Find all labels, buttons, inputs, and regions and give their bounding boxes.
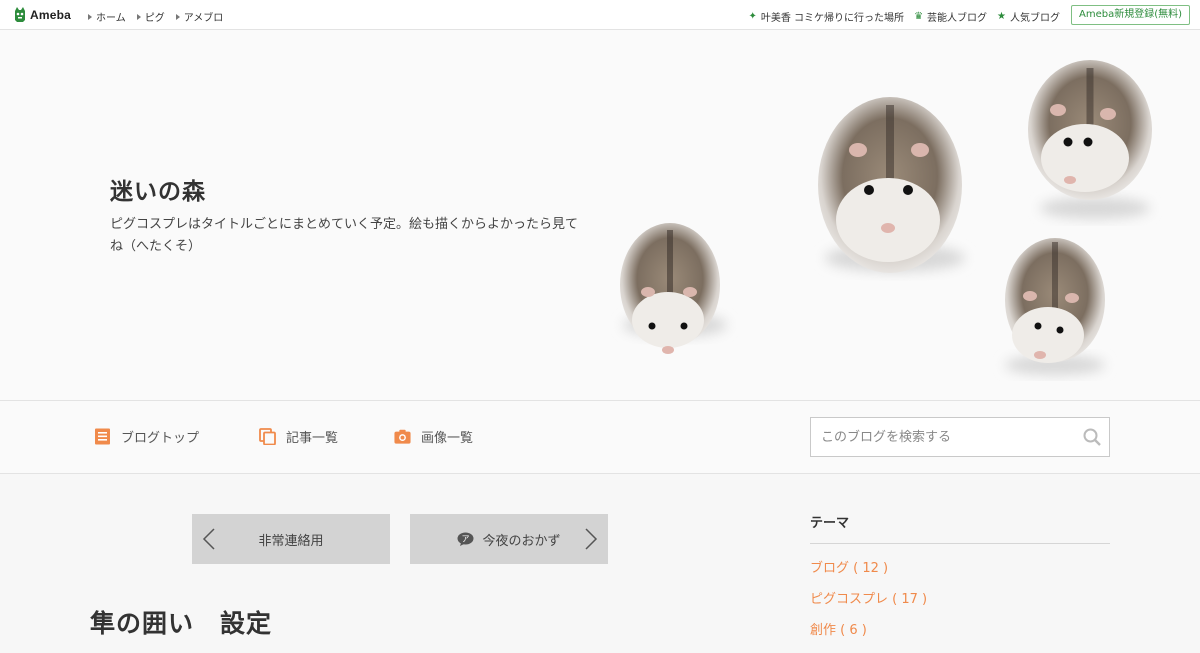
blog-top-label: ブログトップ xyxy=(121,431,200,446)
ameba-logo[interactable]: Ameba xyxy=(13,6,71,23)
svg-text:ア: ア xyxy=(462,535,470,544)
theme-item-blog[interactable]: ブログ ( 12 ) xyxy=(810,560,927,591)
global-header: Ameba ホーム ピグ アメブロ ✦ 叶美香 コミケ帰りに行った場所 ♛ 芸能人ブ… xyxy=(0,0,1200,30)
entry-list-link[interactable]: 記事一覧 xyxy=(259,427,338,446)
entry-list-label: 記事一覧 xyxy=(286,431,339,446)
blog-nav: ブログトップ 記事一覧 画像一覧 xyxy=(0,400,1200,474)
blog-header-hero: 迷いの森 ピグコスプレはタイトルごとにまとめていく予定。絵も描くからよかったら見… xyxy=(0,30,1200,400)
sparkle-icon: ✦ xyxy=(748,10,757,22)
blog-search xyxy=(810,417,1110,457)
next-entry-button[interactable]: ア 今夜のおかず xyxy=(410,514,608,564)
popular-blog-label: 人気ブログ xyxy=(1010,13,1060,24)
amember-badge-icon: ア xyxy=(457,532,474,546)
ameba-logo-icon xyxy=(15,7,25,22)
nav-pigg-label: ピグ xyxy=(144,13,165,24)
document-icon xyxy=(95,428,110,445)
trending-link-label: 叶美香 コミケ帰りに行った場所 xyxy=(760,13,905,24)
blog-title[interactable]: 迷いの森 xyxy=(110,172,206,206)
chevron-right-icon xyxy=(585,528,598,550)
nav-ameblo[interactable]: アメブロ xyxy=(175,9,224,24)
nav-ameblo-label: アメブロ xyxy=(183,13,224,24)
header-links: ✦ 叶美香 コミケ帰りに行った場所 ♛ 芸能人ブログ ★ 人気ブログ xyxy=(748,9,1060,24)
arrow-right-icon xyxy=(136,13,141,20)
image-list-label: 画像一覧 xyxy=(421,431,474,446)
nav-home[interactable]: ホーム xyxy=(88,9,126,24)
search-input[interactable] xyxy=(811,418,1071,456)
prev-entry-label: 非常連絡用 xyxy=(258,533,324,549)
chevron-left-icon xyxy=(202,528,215,550)
star-icon: ★ xyxy=(997,10,1006,22)
trending-link[interactable]: ✦ 叶美香 コミケ帰りに行った場所 xyxy=(748,9,904,24)
pages-icon xyxy=(259,428,276,445)
celebrity-blog-label: 芸能人ブログ xyxy=(927,13,988,24)
logo-text: Ameba xyxy=(30,7,72,22)
image-list-link[interactable]: 画像一覧 xyxy=(394,427,473,446)
theme-heading: テーマ xyxy=(810,516,850,531)
crown-icon: ♛ xyxy=(914,10,924,22)
theme-list: ブログ ( 12 ) ピグコスプレ ( 17 ) 創作 ( 6 ) xyxy=(810,560,927,653)
register-button[interactable]: Ameba新規登録(無料) xyxy=(1070,5,1190,25)
blog-description: ピグコスプレはタイトルごとにまとめていく予定。絵も描くからよかったら見てね（へた… xyxy=(110,217,579,254)
arrow-right-icon xyxy=(175,13,180,20)
nav-pigg[interactable]: ピグ xyxy=(136,9,165,24)
global-nav: ホーム ピグ アメブロ xyxy=(88,9,223,24)
celebrity-blog-link[interactable]: ♛ 芸能人ブログ xyxy=(914,9,987,24)
entry-title[interactable]: 隼の囲い 設定 xyxy=(90,604,272,640)
theme-item-pigg-cosplay[interactable]: ピグコスプレ ( 17 ) xyxy=(810,591,927,622)
nav-home-label: ホーム xyxy=(96,13,126,24)
arrow-right-icon xyxy=(88,13,92,20)
popular-blog-link[interactable]: ★ 人気ブログ xyxy=(997,9,1060,24)
hamster-header-image xyxy=(620,60,1152,375)
prev-entry-button[interactable]: 非常連絡用 xyxy=(192,514,390,564)
theme-divider xyxy=(810,543,1110,544)
next-entry-label: 今夜のおかず xyxy=(482,533,561,549)
camera-icon xyxy=(394,429,411,444)
search-icon[interactable] xyxy=(1083,428,1101,446)
blog-top-link[interactable]: ブログトップ xyxy=(94,427,199,446)
theme-item-creation[interactable]: 創作 ( 6 ) xyxy=(810,622,927,653)
next-entry-content: ア 今夜のおかず xyxy=(457,530,561,549)
